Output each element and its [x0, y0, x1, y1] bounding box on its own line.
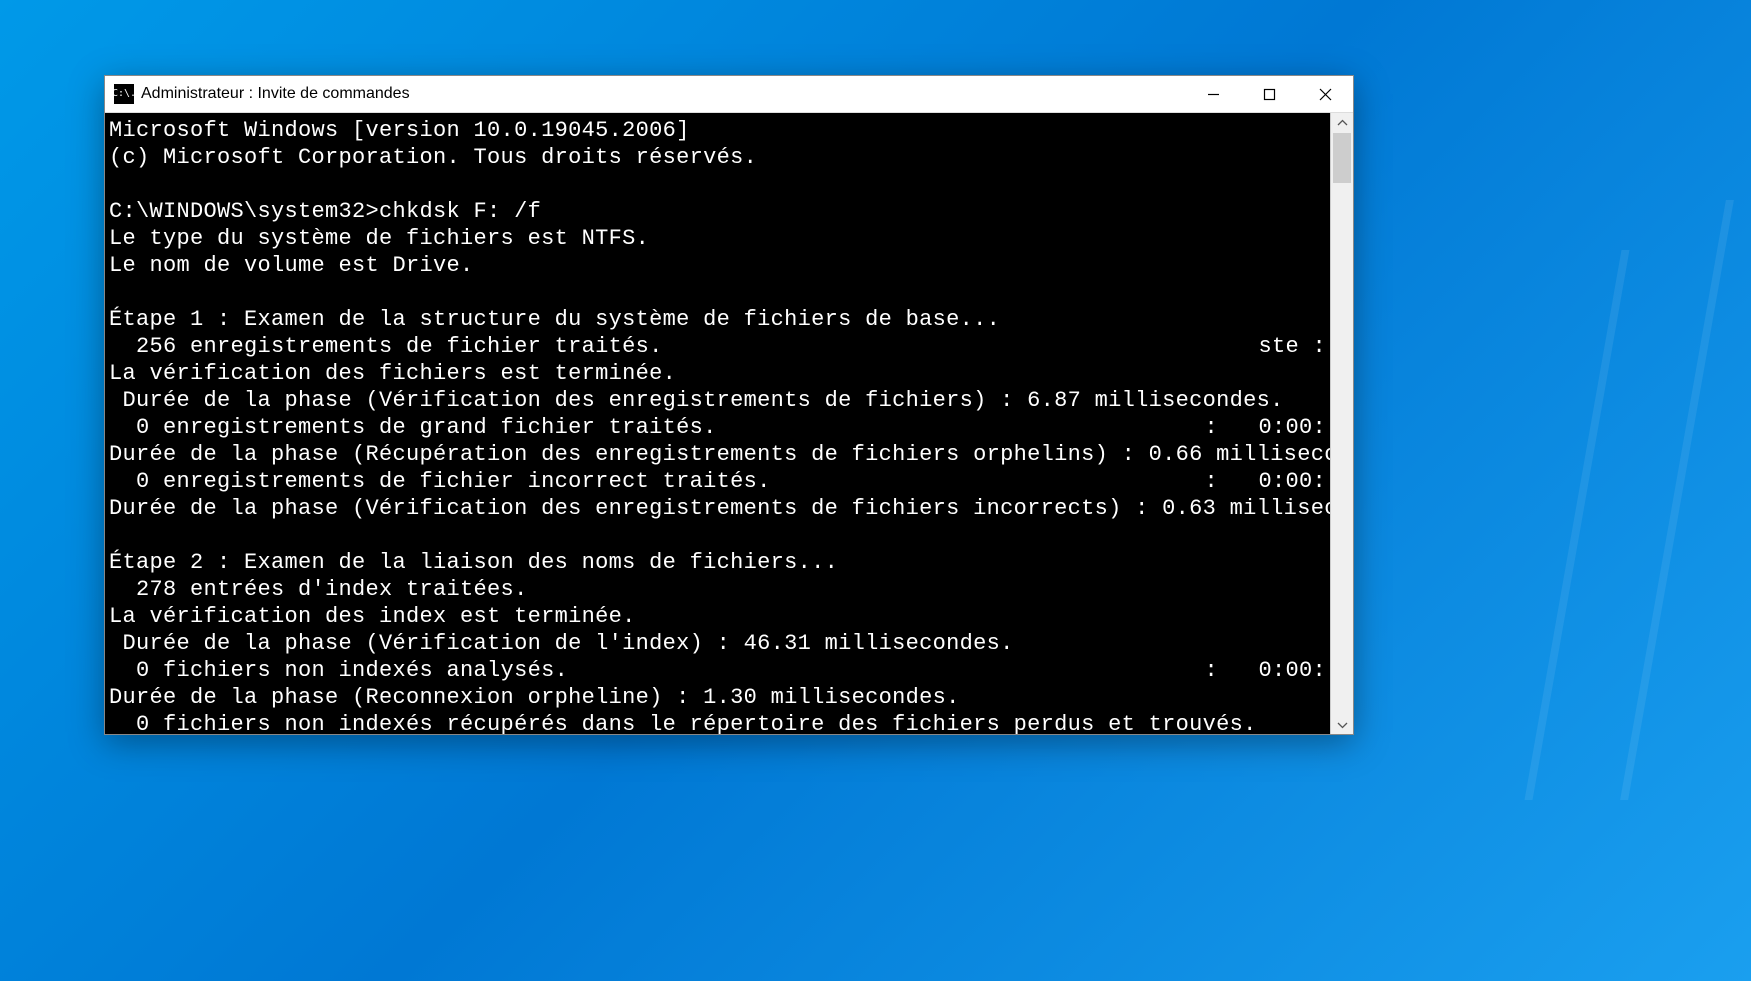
minimize-icon	[1207, 88, 1220, 101]
console-line: Le type du système de fichiers est NTFS.	[109, 225, 1326, 252]
console-line	[109, 279, 1326, 306]
chevron-down-icon	[1337, 719, 1348, 730]
console-line: 0 fichiers non indexés analysés.: 0:00:	[109, 657, 1326, 684]
vertical-scrollbar[interactable]	[1330, 113, 1353, 734]
console-line: Durée de la phase (Récupération des enre…	[109, 441, 1326, 468]
scroll-up-button[interactable]	[1331, 113, 1353, 133]
console-line: Durée de la phase (Vérification des enre…	[109, 387, 1326, 414]
console-line: Microsoft Windows [version 10.0.19045.20…	[109, 117, 1326, 144]
console-line: Durée de la phase (Vérification des enre…	[109, 495, 1326, 522]
console-line	[109, 171, 1326, 198]
scrollbar-track[interactable]	[1331, 133, 1353, 714]
console-line: (c) Microsoft Corporation. Tous droits r…	[109, 144, 1326, 171]
console-line: La vérification des index est terminée.	[109, 603, 1326, 630]
maximize-icon	[1263, 88, 1276, 101]
scroll-down-button[interactable]	[1331, 714, 1353, 734]
maximize-button[interactable]	[1241, 76, 1297, 112]
close-button[interactable]	[1297, 76, 1353, 112]
console-line: 0 enregistrements de grand fichier trait…	[109, 414, 1326, 441]
console-line: Étape 2 : Examen de la liaison des noms …	[109, 549, 1326, 576]
cmd-icon: C:\.	[114, 84, 134, 104]
window-title: Administrateur : Invite de commandes	[141, 85, 410, 103]
console-line: La vérification des fichiers est terminé…	[109, 360, 1326, 387]
titlebar[interactable]: C:\. Administrateur : Invite de commande…	[105, 76, 1353, 113]
console-line: 278 entrées d'index traitées.	[109, 576, 1326, 603]
console-line: 0 enregistrements de fichier incorrect t…	[109, 468, 1326, 495]
console-line: 0 fichiers non indexés récupérés dans le…	[109, 711, 1326, 734]
console-line: Étape 1 : Examen de la structure du syst…	[109, 306, 1326, 333]
scrollbar-thumb[interactable]	[1333, 133, 1351, 183]
console-line	[109, 522, 1326, 549]
console-line: Durée de la phase (Reconnexion orpheline…	[109, 684, 1326, 711]
window-body: Microsoft Windows [version 10.0.19045.20…	[105, 113, 1353, 734]
console-output[interactable]: Microsoft Windows [version 10.0.19045.20…	[105, 113, 1330, 734]
console-line: C:\WINDOWS\system32>chkdsk F: /f	[109, 198, 1326, 225]
command-prompt-window: C:\. Administrateur : Invite de commande…	[104, 75, 1354, 735]
console-line: 256 enregistrements de fichier traités.s…	[109, 333, 1326, 360]
chevron-up-icon	[1337, 118, 1348, 129]
close-icon	[1319, 88, 1332, 101]
minimize-button[interactable]	[1185, 76, 1241, 112]
console-line: Durée de la phase (Vérification de l'ind…	[109, 630, 1326, 657]
console-line: Le nom de volume est Drive.	[109, 252, 1326, 279]
